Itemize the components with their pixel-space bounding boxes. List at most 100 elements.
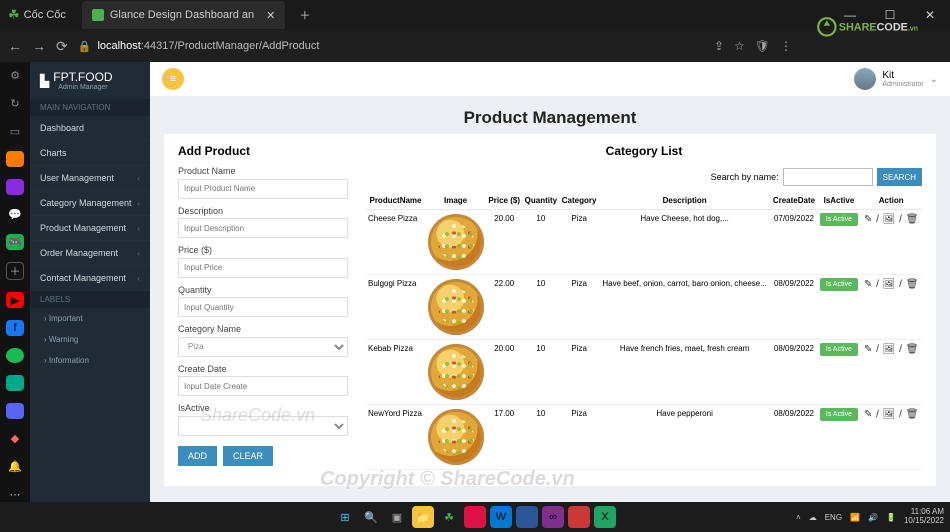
history-icon[interactable]: ↻ (6, 96, 24, 112)
clock-date[interactable]: 10/15/2022 (904, 517, 944, 526)
pizza-image (428, 279, 484, 335)
chevron-left-icon: ‹ (137, 274, 140, 283)
input-create-date[interactable] (178, 376, 348, 396)
sidebar-item-product-mgmt[interactable]: Product Management‹ (30, 216, 150, 241)
search-input[interactable] (783, 168, 873, 186)
messenger-icon[interactable] (6, 179, 24, 195)
cell-cat: Piza (559, 405, 598, 470)
label-information[interactable]: › Information (30, 350, 150, 371)
extensions-icon[interactable]: ⋮ (780, 39, 792, 53)
share-icon[interactable]: ⇪ (714, 39, 724, 53)
input-product-name[interactable] (178, 179, 348, 199)
image-icon[interactable]: 🖼 (883, 214, 896, 225)
label-description: Description (178, 206, 348, 216)
sidebar-item-order-mgmt[interactable]: Order Management‹ (30, 241, 150, 266)
delete-icon[interactable]: 🗑 (906, 279, 919, 290)
app-shortcut-4[interactable]: ◆ (6, 431, 24, 447)
chat-icon[interactable]: 💬 (6, 207, 24, 223)
edit-icon[interactable]: ✎ (864, 409, 872, 420)
image-icon[interactable]: 🖼 (883, 409, 896, 420)
app-shortcut-2[interactable] (6, 375, 24, 391)
sidebar-item-dashboard[interactable]: Dashboard (30, 116, 150, 141)
sidebar-item-user-mgmt[interactable]: User Management‹ (30, 166, 150, 191)
input-quantity[interactable] (178, 297, 348, 317)
edit-icon[interactable]: ✎ (864, 214, 872, 225)
start-button[interactable]: ⊞ (334, 506, 356, 528)
image-icon[interactable]: 🖼 (883, 279, 896, 290)
back-button[interactable]: ← (8, 38, 22, 54)
delete-icon[interactable]: 🗑 (906, 214, 919, 225)
browser-tab[interactable]: Glance Design Dashboard an ✕ (82, 1, 286, 29)
language-indicator[interactable]: ENG (825, 513, 842, 522)
explorer-icon[interactable]: 📁 (412, 506, 434, 528)
address-bar[interactable]: 🔒 localhost:44317/ProductManager/AddProd… (78, 40, 704, 53)
label-warning[interactable]: › Warning (30, 329, 150, 350)
reload-button[interactable]: ⟳ (56, 38, 68, 55)
add-button[interactable]: ADD (178, 446, 217, 466)
input-price[interactable] (178, 258, 348, 278)
game-icon[interactable]: 🎮 (6, 234, 24, 250)
app-shortcut-1[interactable] (6, 151, 24, 167)
more-icon[interactable]: ⋯ (6, 486, 24, 502)
add-shortcut[interactable]: ＋ (6, 262, 24, 280)
spotify-icon[interactable] (6, 348, 24, 364)
chart-icon: ▙ (40, 74, 49, 88)
chevron-left-icon: ‹ (137, 224, 140, 233)
facebook-icon[interactable]: f (6, 320, 24, 336)
cell-date: 08/09/2022 (770, 275, 817, 340)
clear-button[interactable]: CLEAR (223, 446, 273, 466)
col-productname: ProductName (366, 192, 425, 210)
close-tab-icon[interactable]: ✕ (266, 9, 275, 22)
youtube-icon[interactable]: ▶ (6, 292, 24, 308)
forward-button[interactable]: → (32, 38, 46, 54)
app-tb-3[interactable] (568, 506, 590, 528)
cell-price: 20.00 (486, 340, 522, 405)
search-tb-icon[interactable]: 🔍 (360, 506, 382, 528)
cell-qty: 10 (522, 275, 559, 340)
app-shortcut-3[interactable] (6, 403, 24, 419)
taskview-icon[interactable]: ▣ (386, 506, 408, 528)
bookmarks-icon[interactable]: ▭ (6, 123, 24, 139)
shield-icon[interactable]: 🛡 (755, 39, 770, 53)
cloud-icon[interactable]: ☁ (809, 513, 817, 522)
pizza-image (428, 409, 484, 465)
app-tb-1[interactable] (464, 506, 486, 528)
vs-icon[interactable]: ∞ (542, 506, 564, 528)
image-icon[interactable]: 🖼 (883, 344, 896, 355)
coccoc-tb-icon[interactable]: ☘ (438, 506, 460, 528)
delete-icon[interactable]: 🗑 (906, 409, 919, 420)
label-important[interactable]: › Important (30, 308, 150, 329)
edit-icon[interactable]: ✎ (864, 279, 872, 290)
cell-actions: ✎ / 🖼 / 🗑 (860, 275, 922, 340)
edit-icon[interactable]: ✎ (864, 344, 872, 355)
notifications-icon[interactable]: 🔔 (6, 459, 24, 475)
select-category[interactable]: Piza (178, 337, 348, 357)
hamburger-button[interactable]: ≡ (162, 68, 184, 90)
sidebar-item-charts[interactable]: Charts (30, 141, 150, 166)
select-isactive[interactable] (178, 416, 348, 436)
battery-icon[interactable]: 🔋 (886, 513, 896, 522)
excel-icon[interactable]: X (594, 506, 616, 528)
word-icon[interactable]: W (490, 506, 512, 528)
input-description[interactable] (178, 218, 348, 238)
tray-chevron-icon[interactable]: ˄ (796, 513, 801, 522)
cell-name: Cheese Pizza (366, 210, 425, 275)
bookmark-icon[interactable]: ☆ (734, 39, 745, 53)
cell-active: Is Active (818, 405, 861, 470)
search-button[interactable]: SEARCH (877, 168, 922, 186)
volume-icon[interactable]: 🔊 (868, 513, 878, 522)
sidebar-item-category-mgmt[interactable]: Category Management‹ (30, 191, 150, 216)
wifi-icon[interactable]: 📶 (850, 513, 860, 522)
user-chip[interactable]: Kit Administrator ⌄ (854, 68, 938, 90)
app-tb-2[interactable] (516, 506, 538, 528)
delete-icon[interactable]: 🗑 (906, 344, 919, 355)
cell-qty: 10 (522, 210, 559, 275)
sidebar-item-contact-mgmt[interactable]: Contact Management‹ (30, 266, 150, 291)
cell-active: Is Active (818, 275, 861, 340)
gear-icon[interactable]: ⚙ (6, 68, 24, 84)
cell-actions: ✎ / 🖼 / 🗑 (860, 210, 922, 275)
new-tab-button[interactable]: ＋ (295, 7, 314, 23)
search-label: Search by name: (711, 172, 779, 182)
chevron-left-icon: ‹ (137, 199, 140, 208)
cell-price: 20.00 (486, 210, 522, 275)
